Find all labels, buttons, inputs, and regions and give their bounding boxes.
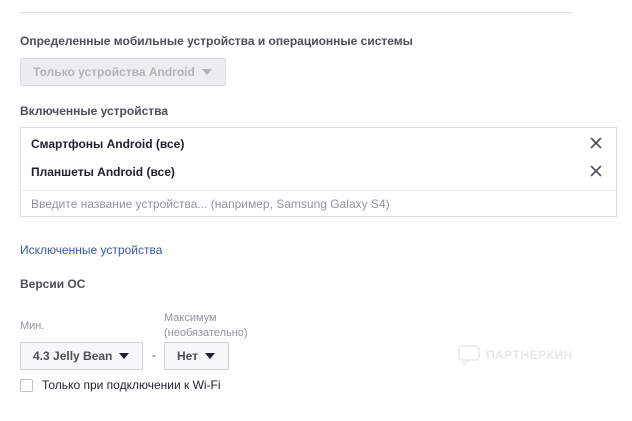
min-version-dropdown[interactable]: 4.3 Jelly Bean	[20, 342, 143, 370]
excluded-devices-link[interactable]: Исключенные устройства	[20, 243, 162, 257]
watermark: ПАРТНЕРКИН	[458, 344, 573, 366]
included-devices-box: Смартфоны Android (все) Планшеты Android…	[20, 127, 617, 217]
device-tag-label: Смартфоны Android (все)	[31, 137, 185, 151]
device-tag: Планшеты Android (все)	[31, 162, 611, 182]
version-range-separator: -	[152, 348, 156, 362]
wifi-only-label: Только при подключении к Wi-Fi	[42, 378, 221, 392]
device-tag: Смартфоны Android (все)	[31, 134, 611, 154]
wifi-only-row: Только при подключении к Wi-Fi	[20, 378, 221, 392]
max-version-value: Нет	[177, 349, 199, 363]
chevron-down-icon	[119, 353, 130, 359]
min-version-value: 4.3 Jelly Bean	[33, 349, 113, 363]
close-icon[interactable]	[589, 164, 603, 178]
close-icon[interactable]	[589, 136, 603, 150]
device-tag-label: Планшеты Android (все)	[31, 165, 175, 179]
chevron-down-icon	[205, 353, 216, 359]
min-version-label: Мин.	[20, 320, 45, 332]
chevron-down-icon	[201, 69, 212, 75]
included-devices-heading: Включенные устройства	[20, 104, 169, 118]
watermark-text: ПАРТНЕРКИН	[486, 348, 573, 362]
platform-dropdown: Только устройства Android	[20, 58, 226, 86]
top-divider	[20, 12, 572, 13]
max-version-dropdown[interactable]: Нет	[164, 342, 229, 370]
max-version-label-line1: Максимум	[164, 312, 217, 324]
platforms-heading: Определенные мобильные устройства и опер…	[20, 34, 413, 48]
os-versions-heading: Версии ОС	[20, 277, 86, 291]
device-search-input[interactable]	[21, 190, 616, 216]
wifi-only-checkbox[interactable]	[20, 378, 33, 392]
max-version-label-line2: (необязательно)	[164, 327, 248, 339]
platform-dropdown-value: Только устройства Android	[33, 65, 195, 79]
speech-bubble-icon	[458, 345, 480, 366]
